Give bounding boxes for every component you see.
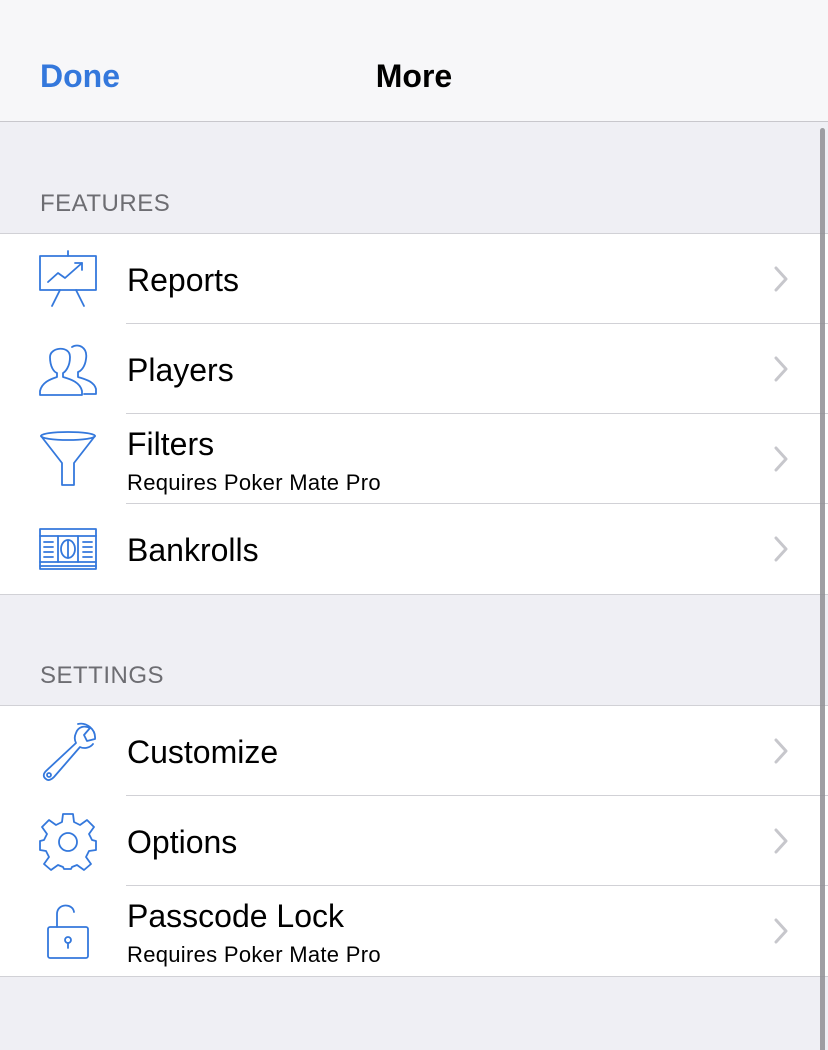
- row-sublabel: Requires Poker Mate Pro: [127, 470, 381, 495]
- row-label: Bankrolls: [127, 532, 259, 568]
- navigation-bar: Done More: [0, 0, 828, 122]
- row-bankrolls[interactable]: Bankrolls: [0, 504, 828, 594]
- features-section-header: FEATURES: [40, 190, 171, 217]
- row-reports[interactable]: Reports: [0, 234, 828, 324]
- people-icon: [38, 339, 98, 399]
- row-label: Filters: [127, 426, 215, 462]
- row-filters[interactable]: Filters Requires Poker Mate Pro: [0, 414, 828, 504]
- gear-icon: [38, 811, 98, 871]
- chevron-right-icon: [774, 356, 788, 382]
- row-label: Reports: [127, 262, 240, 298]
- row-label: Customize: [127, 734, 279, 770]
- row-customize[interactable]: Customize: [0, 706, 828, 796]
- money-icon: [38, 519, 98, 579]
- row-passcode-lock[interactable]: Passcode Lock Requires Poker Mate Pro: [0, 886, 828, 976]
- row-sublabel: Requires Poker Mate Pro: [127, 942, 381, 967]
- presentation-chart-icon: [38, 249, 98, 309]
- settings-group: Customize Options Passcode Lock Requires…: [0, 705, 828, 977]
- wrench-icon: [38, 721, 98, 781]
- funnel-icon: [38, 429, 98, 489]
- chevron-right-icon: [774, 828, 788, 854]
- page-title: More: [375, 58, 453, 94]
- chevron-right-icon: [774, 536, 788, 562]
- chevron-right-icon: [774, 738, 788, 764]
- chevron-right-icon: [774, 266, 788, 292]
- features-group: Reports Players Filters Requires Poker M…: [0, 233, 828, 595]
- more-screen: Done More FEATURES Reports Players Filte…: [0, 0, 828, 1050]
- lock-icon: [38, 901, 98, 961]
- row-label: Players: [127, 352, 234, 388]
- row-players[interactable]: Players: [0, 324, 828, 414]
- row-options[interactable]: Options: [0, 796, 828, 886]
- chevron-right-icon: [774, 446, 788, 472]
- chevron-right-icon: [774, 918, 788, 944]
- row-label: Options: [127, 824, 238, 860]
- row-label: Passcode Lock: [127, 898, 345, 934]
- settings-section-header: SETTINGS: [40, 662, 165, 689]
- vertical-scrollbar[interactable]: [820, 128, 825, 1050]
